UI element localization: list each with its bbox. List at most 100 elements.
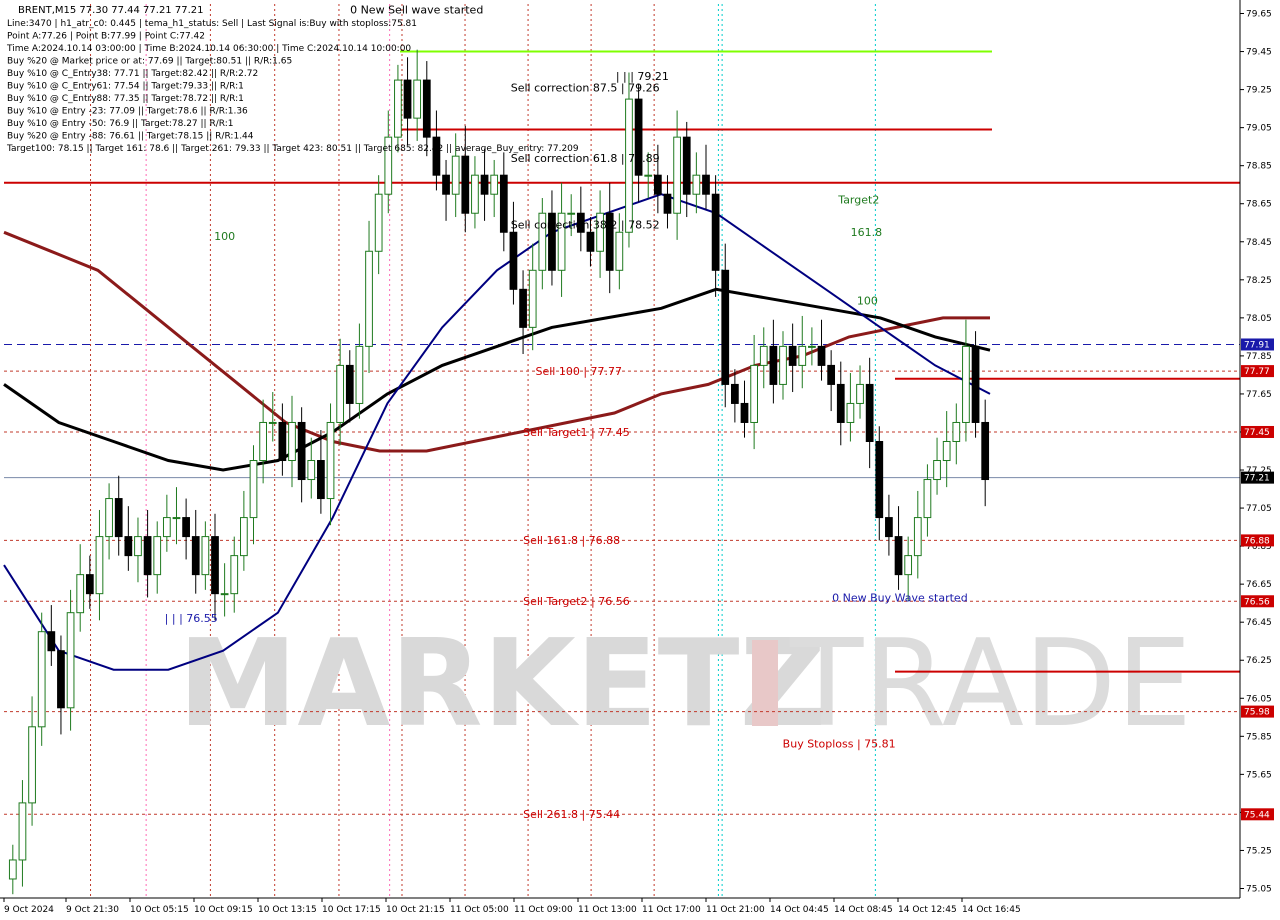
annotation-5: Sell 100 | 77.77: [535, 365, 622, 378]
y-tick-label-13: 77.05: [1246, 504, 1272, 514]
candle-body-32: [317, 460, 325, 500]
price-badge-label-3: 77.21: [1244, 474, 1270, 484]
candle-body-34: [336, 364, 345, 423]
info-line-9: Buy %20 @ Entry -88: 76.61 || Target:78.…: [7, 132, 254, 142]
price-badge-label-1: 77.77: [1244, 367, 1270, 377]
candle-body-92: [894, 536, 903, 576]
candle-body-10: [105, 498, 113, 538]
candle-body-40: [394, 79, 402, 138]
candle-body-19: [191, 536, 200, 576]
candle-body-26: [259, 421, 267, 462]
chart-window[interactable]: MARKETZ TRADE 0 New Sell wave started Sel…: [0, 0, 1280, 920]
price-badge-label-7: 75.44: [1244, 810, 1270, 820]
info-line-4: Buy %10 @ C_Entry38: 77.71 || Target:82.…: [7, 69, 258, 79]
annotation-6: Sell Target1 | 77.45: [523, 426, 630, 439]
candle-body-73: [711, 193, 720, 271]
candle-body-93: [904, 555, 913, 576]
y-tick-label-6: 78.45: [1246, 238, 1272, 248]
candle-body-51: [499, 174, 508, 233]
info-line-10: Target100: 78.15 || Target 161: 78.6 || …: [6, 144, 579, 154]
annotation-1: Sell correction 87.5 | 79.26: [511, 81, 660, 94]
candle-body-83: [808, 345, 816, 348]
candle-body-52: [509, 231, 518, 290]
candle-body-53: [519, 288, 527, 328]
candle-body-71: [692, 174, 701, 195]
x-tick-label-8: 11 Oct 09:00: [514, 905, 573, 915]
y-tick-label-22: 75.25: [1246, 846, 1272, 856]
candle-body-36: [355, 345, 364, 404]
candle-body-24: [240, 517, 248, 557]
candle-body-54: [528, 269, 537, 328]
candle-body-35: [345, 364, 354, 404]
annotation-3: Sell correction 38.2 | 78.52: [511, 218, 660, 231]
price-badge-label-6: 75.98: [1244, 708, 1270, 718]
candle-body-28: [278, 421, 287, 462]
y-tick-label-2: 79.25: [1246, 86, 1272, 96]
candle-body-98: [952, 421, 961, 442]
candle-body-85: [827, 364, 836, 385]
info-line-7: Buy %10 @ Entry -23: 77.09 || Target:78.…: [7, 107, 248, 117]
y-tick-label-9: 77.85: [1246, 352, 1272, 362]
candle-body-18: [182, 517, 190, 538]
candle-body-31: [307, 460, 316, 481]
candle-body-42: [413, 79, 422, 119]
x-tick-label-11: 11 Oct 21:00: [706, 905, 765, 915]
candle-body-66: [644, 174, 653, 177]
y-tick-label-8: 78.05: [1246, 314, 1272, 324]
x-tick-label-6: 10 Oct 21:15: [386, 905, 445, 915]
y-tick-label-18: 76.05: [1246, 694, 1272, 704]
candle-body-7: [76, 574, 85, 614]
candle-body-80: [779, 345, 787, 385]
y-tick-label-23: 75.05: [1246, 884, 1272, 894]
annotation-7: Sell 161.8 | 76.88: [523, 534, 620, 547]
candle-body-14: [143, 536, 152, 576]
x-tick-label-1: 9 Oct 21:30: [66, 905, 119, 915]
candle-body-21: [211, 536, 219, 595]
candle-body-74: [721, 269, 730, 385]
x-tick-label-7: 11 Oct 05:00: [450, 905, 509, 915]
candle-body-49: [480, 174, 489, 195]
x-tick-label-14: 14 Oct 12:45: [898, 905, 957, 915]
x-tick-label-3: 10 Oct 09:15: [194, 905, 253, 915]
y-tick-label-3: 79.05: [1246, 124, 1272, 134]
candle-body-63: [615, 231, 624, 271]
candle-body-72: [702, 174, 710, 195]
candle-body-82: [798, 345, 807, 366]
candle-body-77: [750, 364, 758, 423]
candle-body-95: [923, 479, 932, 519]
candle-body-13: [134, 536, 142, 557]
candle-body-25: [249, 460, 258, 519]
candle-body-30: [297, 421, 306, 481]
candle-body-84: [817, 345, 826, 366]
candle-body-8: [85, 574, 94, 595]
candle-body-41: [403, 79, 412, 119]
annotation-12: | | | 76.55: [165, 612, 218, 625]
candle-body-68: [663, 193, 672, 214]
candle-body-81: [788, 345, 797, 366]
y-tick-label-4: 78.85: [1246, 162, 1272, 172]
candle-body-91: [885, 517, 893, 538]
y-tick-label-15: 76.65: [1246, 580, 1272, 590]
candle-body-78: [759, 345, 768, 366]
candle-body-38: [374, 193, 383, 252]
candle-body-15: [153, 536, 162, 576]
candle-body-17: [172, 517, 181, 520]
candle-body-50: [490, 174, 499, 195]
info-line-3: Buy %20 @ Market price or at: 77.69 || T…: [7, 57, 292, 67]
candle-body-9: [95, 536, 104, 595]
candle-body-12: [124, 536, 133, 557]
y-tick-label-10: 77.65: [1246, 390, 1272, 400]
candle-body-99: [962, 345, 970, 423]
candle-body-45: [442, 174, 450, 195]
annotation-11: 0 New Buy Wave started: [832, 591, 968, 604]
watermark-marketz: MARKETZ: [178, 615, 827, 754]
candle-body-76: [740, 402, 749, 423]
candle-body-5: [57, 650, 65, 709]
price-badge-label-4: 76.88: [1244, 536, 1270, 546]
info-line-8: Buy %10 @ Entry -50: 76.9 || Target:78.2…: [7, 119, 233, 129]
candle-body-44: [432, 136, 441, 176]
x-tick-label-9: 11 Oct 13:00: [578, 905, 637, 915]
price-chart[interactable]: MARKETZ TRADE 0 New Sell wave started Sel…: [0, 0, 1280, 920]
candle-body-46: [451, 155, 460, 195]
x-tick-label-15: 14 Oct 16:45: [962, 905, 1021, 915]
